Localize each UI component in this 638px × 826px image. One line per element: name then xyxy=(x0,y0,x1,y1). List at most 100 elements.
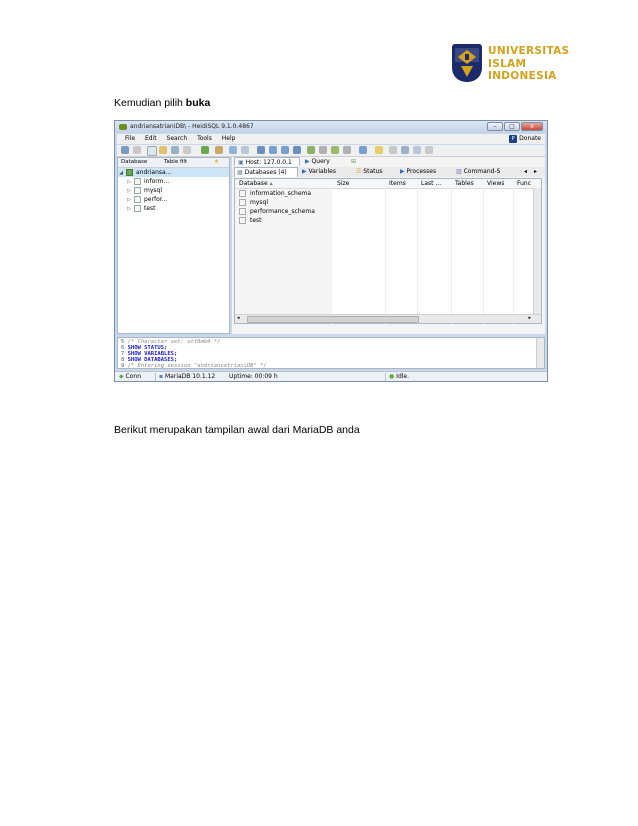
disconnect-icon[interactable] xyxy=(133,146,141,154)
menu-tools[interactable]: Tools xyxy=(197,134,212,144)
connection-status: ◆ Conn xyxy=(119,372,141,381)
run-icon[interactable] xyxy=(359,146,367,154)
sql-log-panel[interactable]: 5 /* Character set: utf8mb4 */ 6 SHOW ST… xyxy=(117,337,545,369)
paste-icon[interactable] xyxy=(159,146,167,154)
delete-row-icon[interactable] xyxy=(319,146,327,154)
database-icon xyxy=(239,199,246,206)
tree-item-db[interactable]: ▷ perfor... xyxy=(118,195,229,204)
sort-arrow-icon: ▴ xyxy=(269,180,273,187)
tree-item-label: perfor... xyxy=(144,196,168,203)
column-header-tables[interactable]: Tables xyxy=(455,179,474,188)
user-manager-icon[interactable] xyxy=(215,146,223,154)
tab-variables[interactable]: ▶ Variables xyxy=(300,167,352,177)
column-divider xyxy=(385,188,386,324)
grid-header: Database ▴ Size Items Last ... Tables Vi… xyxy=(235,179,541,189)
open-file-icon[interactable] xyxy=(375,146,383,154)
column-header-size[interactable]: Size xyxy=(337,179,349,188)
log-scrollbar[interactable] xyxy=(536,338,544,368)
scroll-left-icon[interactable]: ◂ xyxy=(237,315,240,322)
cancel-icon[interactable] xyxy=(343,146,351,154)
tab-processes[interactable]: ▶ Processes xyxy=(398,167,452,177)
data-prev-icon[interactable] xyxy=(269,146,277,154)
print-icon[interactable] xyxy=(171,146,179,154)
database-name: performance_schema xyxy=(250,208,315,215)
session-manager-icon[interactable] xyxy=(121,146,129,154)
database-icon xyxy=(134,178,141,185)
idle-label: Idle. xyxy=(396,373,410,380)
server-version: ▪ MariaDB 10.1.12 xyxy=(159,372,215,381)
tab-host-label: Host: 127.0.0.1 xyxy=(245,159,292,166)
vertical-scrollbar[interactable] xyxy=(533,188,541,315)
scrollbar-thumb[interactable] xyxy=(247,316,419,323)
tab-host[interactable]: ▣ Host: 127.0.0.1 xyxy=(234,157,300,166)
heidisql-app-icon xyxy=(119,124,127,130)
explain-icon[interactable] xyxy=(413,146,421,154)
menu-file[interactable]: File xyxy=(125,134,135,144)
tab-command-stats[interactable]: ▥ Command-S xyxy=(454,167,520,177)
menu-search[interactable]: Search xyxy=(167,134,188,144)
insert-row-icon[interactable] xyxy=(307,146,315,154)
refresh-icon[interactable] xyxy=(201,146,209,154)
university-logo: UNIVERSITAS ISLAM INDONESIA xyxy=(452,44,572,84)
column-header-label: Database xyxy=(239,180,268,187)
database-name: information_schema xyxy=(250,190,312,197)
table-row[interactable]: information_schema xyxy=(235,189,311,198)
tree-item-label: mysql xyxy=(144,187,162,194)
tree-item-label: andriansa... xyxy=(136,169,172,176)
database-icon xyxy=(239,208,246,215)
maintenance-icon[interactable] xyxy=(241,146,249,154)
tab-query[interactable]: ▶ Query xyxy=(302,157,346,166)
tabs-scroll-left-icon[interactable]: ◂ xyxy=(522,167,532,177)
logo-line-3: INDONESIA xyxy=(488,70,557,82)
tab-databases[interactable]: ▦ Databases (4) xyxy=(234,167,298,177)
data-first-icon[interactable] xyxy=(257,146,265,154)
idle-icon: ● xyxy=(389,373,395,380)
heidisql-window: andriansatrianiDB\ - HeidiSQL 9.1.0.4867… xyxy=(114,120,548,382)
tree-item-session[interactable]: ◢ andriansa... xyxy=(118,168,229,177)
search-db-icon[interactable] xyxy=(229,146,237,154)
tab-database[interactable]: Database xyxy=(121,159,147,166)
save-as-icon[interactable] xyxy=(401,146,409,154)
maximize-button[interactable]: □ xyxy=(504,122,520,131)
table-row[interactable]: mysql xyxy=(235,198,268,207)
post-icon[interactable] xyxy=(331,146,339,154)
data-next-icon[interactable] xyxy=(281,146,289,154)
tree-item-db[interactable]: ▷ inform... xyxy=(118,177,229,186)
close-button[interactable]: x xyxy=(521,122,543,131)
new-query-tab-icon[interactable]: ⊞ xyxy=(348,157,362,166)
format-sql-icon[interactable] xyxy=(425,146,433,154)
menu-help[interactable]: Help xyxy=(222,134,236,144)
table-row[interactable]: test xyxy=(235,216,262,225)
column-header-last-modified[interactable]: Last ... xyxy=(421,179,441,188)
copy-icon[interactable] xyxy=(147,146,157,156)
database-tree: ◢ andriansa... ▷ inform... ▷ mysql ▷ perfor.… xyxy=(118,168,229,213)
donate-button[interactable]: P Donate xyxy=(509,134,541,144)
tab-table-filter[interactable]: Table filt xyxy=(164,159,187,166)
horizontal-scrollbar[interactable]: ◂ ▸ xyxy=(235,314,541,323)
column-header-views[interactable]: Views xyxy=(487,179,504,188)
host-sub-tabs: ▦ Databases (4) ▶ Variables ☰ Status ▶ P… xyxy=(232,167,545,177)
intro-text: Kemudian pilih xyxy=(114,97,186,109)
tree-item-db[interactable]: ▷ test xyxy=(118,204,229,213)
export-icon[interactable] xyxy=(183,146,191,154)
tabs-scroll-right-icon[interactable]: ▸ xyxy=(532,167,542,177)
favorite-star-icon[interactable]: ★ xyxy=(214,159,219,166)
column-header-items[interactable]: Items xyxy=(389,179,406,188)
host-icon: ▣ xyxy=(238,159,244,166)
table-row[interactable]: performance_schema xyxy=(235,207,315,216)
tree-item-db[interactable]: ▷ mysql xyxy=(118,186,229,195)
tab-variables-label: Variables xyxy=(308,168,336,175)
column-header-functions[interactable]: Func xyxy=(517,179,531,188)
status-bar: ◆ Conn ▪ MariaDB 10.1.12 Uptime: 00:09 h… xyxy=(115,371,547,381)
logo-line-1: UNIVERSITAS xyxy=(488,45,570,57)
save-icon[interactable] xyxy=(389,146,397,154)
scroll-right-icon[interactable]: ▸ xyxy=(528,315,531,322)
column-header-database[interactable]: Database ▴ xyxy=(239,179,273,188)
menu-edit[interactable]: Edit xyxy=(145,134,157,144)
tab-processes-label: Processes xyxy=(406,168,437,175)
expand-icon[interactable]: ▷ xyxy=(126,205,132,214)
data-last-icon[interactable] xyxy=(293,146,301,154)
idle-status: ● Idle. xyxy=(389,372,410,381)
tab-status[interactable]: ☰ Status xyxy=(354,167,396,177)
minimize-button[interactable]: – xyxy=(487,122,503,131)
